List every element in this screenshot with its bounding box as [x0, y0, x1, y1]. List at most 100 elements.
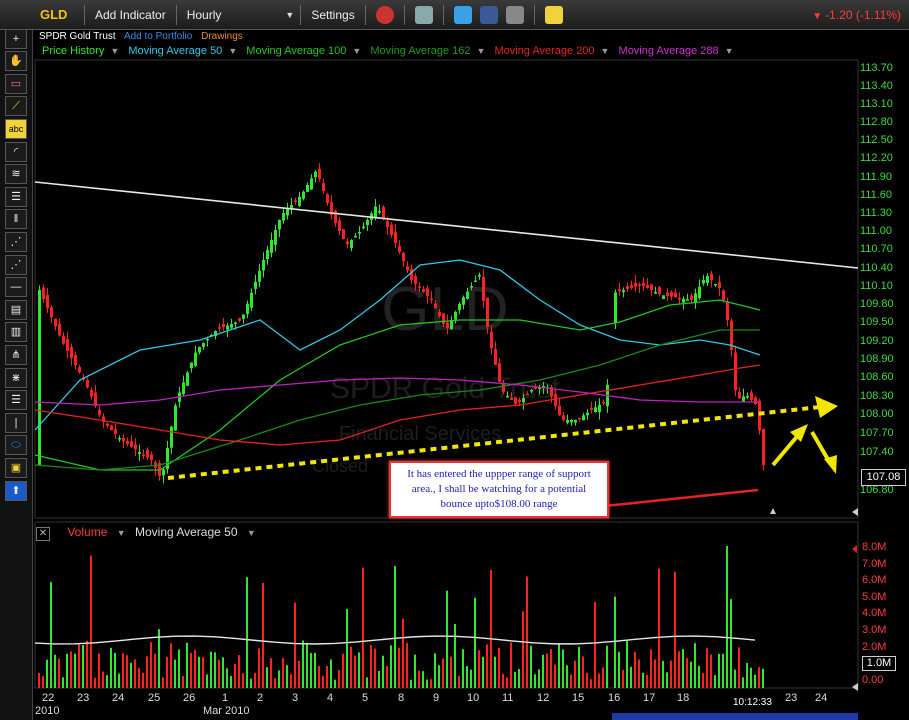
volume-bar [286, 665, 288, 688]
volume-bar [538, 669, 540, 688]
volume-bar [694, 643, 696, 688]
volume-bar [326, 665, 328, 688]
candle [446, 322, 449, 328]
candle [562, 415, 565, 420]
volume-bar [502, 673, 504, 688]
candle [98, 409, 101, 416]
price-tick: 108.30 [860, 390, 894, 402]
volume-tick: 4.0M [862, 607, 887, 620]
volume-bar [206, 674, 208, 688]
volume-bar [702, 673, 704, 688]
price-tick: 109.50 [860, 316, 894, 328]
resistance-trendline[interactable] [34, 181, 859, 269]
price-tick: 112.20 [860, 152, 893, 164]
volume-bar [474, 597, 476, 688]
volume-tick: 5.0M [862, 590, 887, 603]
candle [386, 221, 389, 227]
scroll-left-icon[interactable] [852, 508, 858, 516]
candle [258, 270, 261, 282]
volume-bar [614, 596, 616, 688]
volume-tick: 0.00 [862, 673, 884, 686]
candle [118, 438, 121, 440]
candle [106, 423, 109, 426]
scroll-up-icon[interactable] [770, 508, 776, 514]
time-tick: 2 [257, 692, 264, 704]
candle [738, 391, 741, 399]
volume-bar [566, 665, 568, 688]
candle [286, 209, 289, 216]
up-arrow-annotation[interactable] [771, 431, 802, 467]
volume-bar [590, 679, 592, 688]
volume-bar [762, 668, 764, 688]
volume-bar [522, 611, 524, 688]
time-scrollbar[interactable] [612, 713, 858, 720]
volume-bar [246, 577, 248, 688]
price-tick: 107.40 [860, 446, 894, 458]
annotation-pointer-line [604, 488, 759, 508]
volume-bar [342, 653, 344, 688]
volume-bar [366, 677, 368, 688]
volume-bar [718, 653, 720, 688]
time-tick: 8 [398, 692, 405, 704]
volume-bar [66, 653, 68, 688]
candle [174, 405, 177, 431]
volume-bar [710, 654, 712, 688]
candle [306, 185, 309, 192]
candle [418, 286, 421, 288]
last-price-box: 107.08 [861, 469, 906, 486]
chevron-down-icon[interactable]: ▼ [117, 528, 126, 538]
candle [226, 325, 229, 330]
volume-bar [534, 674, 536, 688]
candle [282, 213, 285, 221]
volume-bar [58, 658, 60, 688]
annotation-note[interactable]: It has entered the uppper range of suppo… [389, 461, 609, 518]
candle [130, 441, 133, 447]
candle [650, 284, 653, 290]
volume-bar [678, 651, 680, 688]
volume-ma-label[interactable]: Moving Average 50 [135, 525, 238, 539]
volume-scroll-left-icon[interactable] [852, 683, 858, 691]
volume-bar [730, 599, 732, 688]
price-tick: 110.10 [860, 280, 893, 292]
close-icon[interactable]: ✕ [36, 527, 50, 541]
candle [318, 168, 321, 179]
candle [58, 323, 61, 336]
volume-bar [406, 642, 408, 688]
volume-bar [258, 648, 260, 688]
volume-bar [466, 665, 468, 688]
candle [182, 382, 185, 395]
candle [398, 245, 401, 252]
candle [598, 404, 601, 412]
candle [342, 229, 345, 239]
volume-bar [178, 649, 180, 688]
volume-bar [90, 555, 92, 688]
volume-bar [218, 659, 220, 688]
candle [394, 231, 397, 243]
volume-bar [250, 678, 252, 688]
candle [510, 397, 513, 400]
candle [322, 183, 325, 191]
volume-label[interactable]: Volume [67, 525, 107, 539]
volume-bar [166, 656, 168, 688]
volume-bar [530, 645, 532, 688]
candle [234, 322, 237, 324]
volume-bar [274, 678, 276, 688]
volume-bar [454, 623, 456, 688]
volume-bar [654, 659, 656, 688]
volume-bar [638, 659, 640, 688]
candle [758, 400, 761, 431]
chevron-down-icon[interactable]: ▼ [247, 528, 256, 538]
candle [366, 220, 369, 226]
price-tick: 109.80 [860, 298, 894, 310]
volume-bar [402, 618, 404, 688]
volume-bar [98, 653, 100, 688]
support-arrowhead [815, 396, 838, 418]
volume-bar [506, 677, 508, 688]
candle [338, 220, 341, 231]
price-chart[interactable]: GLD SPDR Gold Trust Financial Services C… [0, 0, 909, 720]
candle [414, 276, 417, 284]
volume-bar [198, 656, 200, 688]
volume-bar [606, 645, 608, 688]
volume-bar [174, 659, 176, 688]
price-tick: 112.50 [860, 134, 893, 146]
